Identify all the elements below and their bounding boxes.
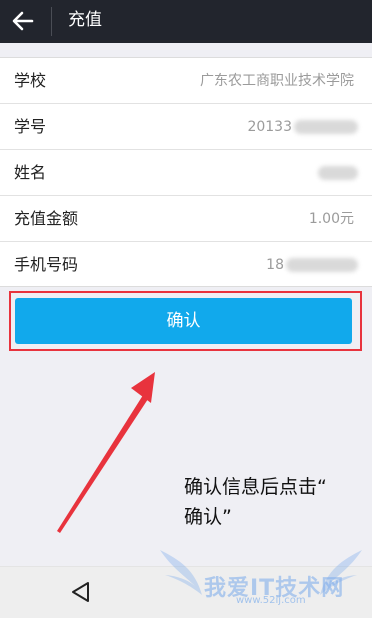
watermark-url: www.52ij.com [236, 595, 306, 606]
watermark: 我爱IT技术网 www.52ij.com [150, 540, 372, 618]
triangle-back-icon[interactable] [68, 579, 94, 605]
instruction-annotation: 确认信息后点击“ 确认” [184, 472, 368, 532]
annotation-line-1: 确认信息后点击“ [184, 476, 327, 498]
annotation-line-2: 确认” [184, 506, 232, 528]
